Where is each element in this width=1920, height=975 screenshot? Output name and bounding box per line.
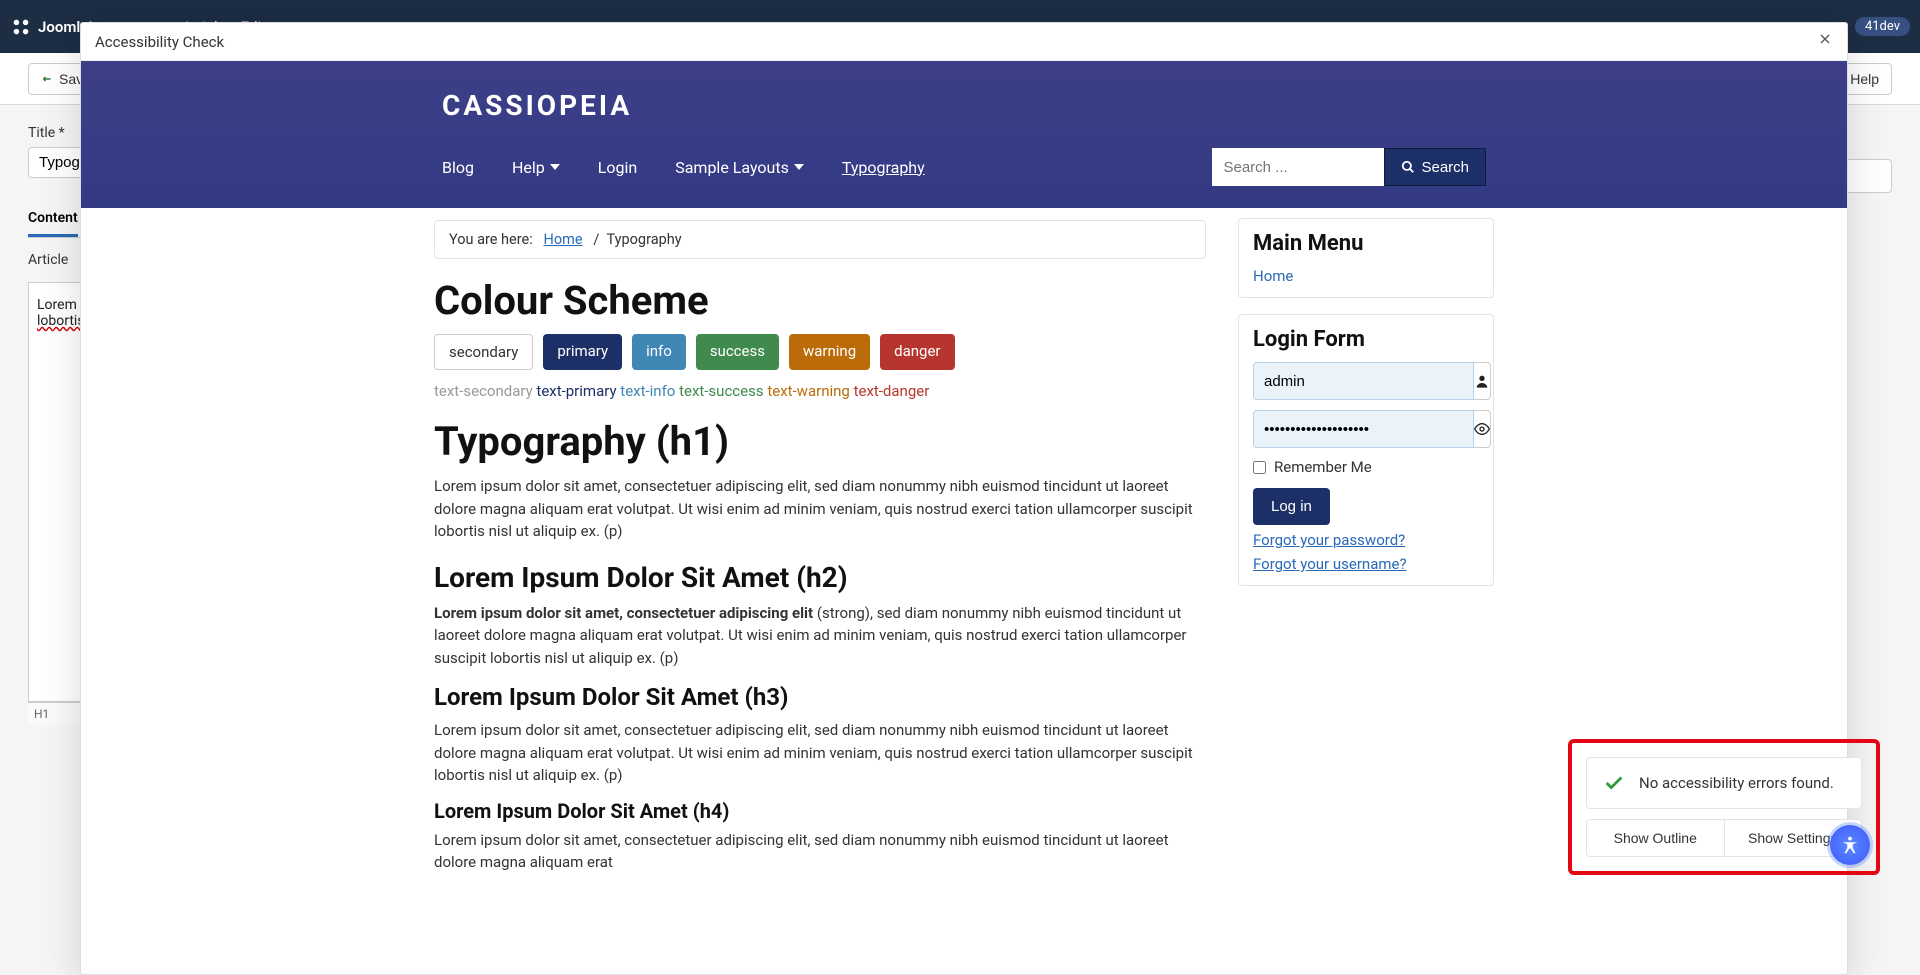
site-search: Search [1212, 148, 1486, 186]
modal-close-button[interactable] [1817, 31, 1833, 52]
accessibility-toast: No accessibility errors found. [1586, 757, 1862, 809]
user-icon [1474, 362, 1491, 400]
article-main: You are here: Home / Typography Colour S… [434, 218, 1206, 880]
check-icon [1603, 772, 1625, 794]
paragraph-1: Lorem ipsum dolor sit amet, consectetuer… [434, 475, 1206, 543]
menu-home-link[interactable]: Home [1253, 267, 1293, 285]
badge-primary: primary [543, 334, 622, 370]
paragraph-3: Lorem ipsum dolor sit amet, consectetuer… [434, 719, 1206, 787]
breadcrumb-home[interactable]: Home [544, 231, 583, 248]
heading-h3: Lorem Ipsum Dolor Sit Amet (h3) [434, 683, 1206, 711]
badge-danger: danger [880, 334, 954, 370]
remember-checkbox[interactable] [1253, 461, 1266, 474]
site-brand[interactable]: CASSIOPEIA [436, 61, 1492, 136]
accessibility-icon [1839, 834, 1861, 856]
text-row: text-secondary text-primary text-info te… [434, 382, 1206, 400]
modal-body[interactable]: CASSIOPEIA Blog Help Login Sample Layout… [81, 61, 1847, 974]
close-icon [1817, 31, 1833, 47]
modal-title: Accessibility Check [95, 33, 224, 51]
heading-h1: Typography (h1) [434, 418, 1206, 465]
remember-me[interactable]: Remember Me [1253, 458, 1479, 476]
badge-secondary: secondary [434, 334, 533, 370]
save-icon [41, 73, 53, 85]
login-form-title: Login Form [1253, 327, 1479, 352]
joomla-icon [10, 16, 32, 38]
nav-samples[interactable]: Sample Layouts [675, 158, 804, 177]
paragraph-2: Lorem ipsum dolor sit amet, consectetuer… [434, 602, 1206, 670]
search-input[interactable] [1212, 148, 1384, 186]
accessibility-fab[interactable] [1830, 825, 1870, 865]
main-menu-box: Main Menu Home [1238, 218, 1494, 298]
editor-path: H1 [34, 707, 49, 721]
main-menu-title: Main Menu [1253, 231, 1479, 256]
badge-row: secondary primary info success warning d… [434, 334, 1206, 370]
nav-login[interactable]: Login [598, 158, 637, 177]
badge-info: info [632, 334, 686, 370]
show-outline-button[interactable]: Show Outline [1587, 820, 1724, 856]
login-button[interactable]: Log in [1253, 488, 1330, 525]
badge-success: success [696, 334, 779, 370]
nav-typography[interactable]: Typography [842, 158, 925, 177]
forgot-password-link[interactable]: Forgot your password? [1253, 531, 1479, 549]
breadcrumb: You are here: Home / Typography [434, 220, 1206, 259]
forgot-username-link[interactable]: Forgot your username? [1253, 555, 1479, 573]
heading-h2: Lorem Ipsum Dolor Sit Amet (h2) [434, 561, 1206, 594]
search-button[interactable]: Search [1384, 148, 1486, 186]
accessibility-message: No accessibility errors found. [1639, 774, 1834, 792]
tab-content[interactable]: Content [28, 202, 78, 237]
accessibility-modal: Accessibility Check CASSIOPEIA Blog Help… [80, 22, 1848, 975]
heading-colour-scheme: Colour Scheme [434, 277, 1206, 324]
heading-h4: Lorem Ipsum Dolor Sit Amet (h4) [434, 799, 1206, 823]
show-password-button[interactable] [1474, 410, 1491, 448]
chevron-down-icon [794, 164, 804, 170]
nav-help[interactable]: Help [512, 158, 560, 177]
nav-blog[interactable]: Blog [442, 158, 474, 177]
login-form-box: Login Form [1238, 314, 1494, 586]
accessibility-buttons: Show Outline Show Settings [1586, 819, 1862, 857]
site-header: CASSIOPEIA Blog Help Login Sample Layout… [81, 61, 1847, 208]
badge-warning: warning [789, 334, 870, 370]
user-badge[interactable]: 41dev [1855, 17, 1910, 36]
eye-icon [1474, 421, 1490, 437]
breadcrumb-current: Typography [607, 231, 682, 248]
search-icon [1401, 160, 1415, 174]
password-input[interactable] [1253, 410, 1474, 448]
paragraph-4: Lorem ipsum dolor sit amet, consectetuer… [434, 829, 1206, 874]
chevron-down-icon [550, 164, 560, 170]
username-input[interactable] [1253, 362, 1474, 400]
sidebar: Main Menu Home Login Form [1238, 218, 1494, 880]
main-nav: Blog Help Login Sample Layouts Typograph… [436, 136, 1492, 208]
